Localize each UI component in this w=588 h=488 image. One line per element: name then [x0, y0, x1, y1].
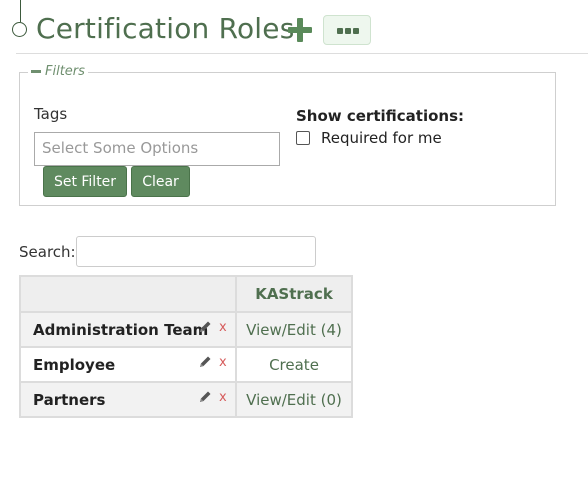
show-certifications-label: Show certifications: [296, 107, 464, 125]
clear-button[interactable]: Clear [131, 166, 190, 197]
table-corner-cell [19, 275, 237, 313]
pencil-edit-icon[interactable] [197, 389, 213, 405]
table-row: Employee x Create [19, 346, 353, 383]
title-divider [16, 53, 588, 54]
certification-link[interactable]: View/Edit (0) [235, 381, 353, 418]
role-cell: Partners x [19, 381, 237, 418]
search-label: Search: [19, 243, 76, 261]
delete-role-button[interactable]: x [219, 355, 227, 370]
certification-link[interactable]: Create [235, 346, 353, 383]
role-name: Administration Team [33, 321, 209, 339]
filters-legend-label: Filters [45, 64, 85, 79]
table-header-row: KAStrack [19, 275, 353, 313]
search-input[interactable] [76, 236, 316, 267]
filters-legend[interactable]: Filters [28, 64, 88, 79]
more-options-button[interactable] [323, 15, 371, 45]
tags-select-input[interactable]: Select Some Options [34, 132, 280, 166]
role-cell: Employee x [19, 346, 237, 383]
column-header-kastrack: KAStrack [235, 275, 353, 313]
pencil-edit-icon[interactable] [197, 319, 213, 335]
tags-label: Tags [34, 105, 68, 123]
required-for-me-checkbox[interactable] [296, 131, 310, 145]
table-row: Administration Team x View/Edit (4) [19, 311, 353, 348]
add-role-button[interactable] [286, 16, 314, 44]
table-row: Partners x View/Edit (0) [19, 381, 353, 418]
pencil-edit-icon[interactable] [197, 354, 213, 370]
role-cell: Administration Team x [19, 311, 237, 348]
timeline-circle-icon [12, 22, 27, 37]
collapse-minus-icon [31, 70, 41, 73]
delete-role-button[interactable]: x [219, 390, 227, 405]
certification-table: KAStrack Administration Team x View/Edit… [19, 275, 353, 418]
role-name: Partners [33, 391, 106, 409]
required-for-me-label[interactable]: Required for me [321, 129, 442, 147]
certification-link[interactable]: View/Edit (4) [235, 311, 353, 348]
page-title: Certification Roles [36, 12, 295, 45]
set-filter-button[interactable]: Set Filter [43, 166, 127, 197]
delete-role-button[interactable]: x [219, 320, 227, 335]
timeline-line [20, 0, 21, 22]
role-name: Employee [33, 356, 116, 374]
